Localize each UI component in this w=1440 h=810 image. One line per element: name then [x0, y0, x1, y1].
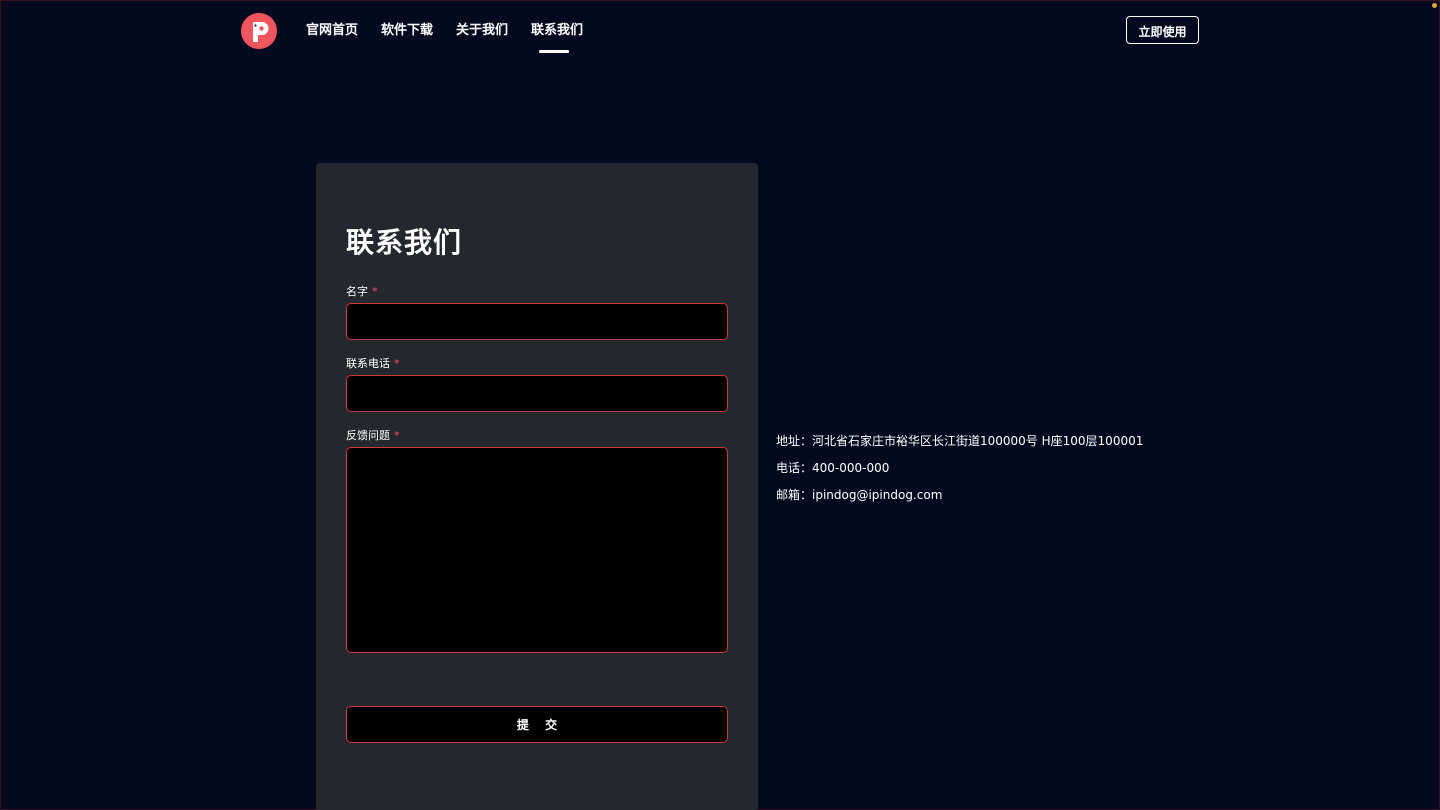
form-title: 联系我们 — [346, 226, 463, 259]
p-dog-logo-icon[interactable] — [241, 13, 277, 49]
contact-form-card: 联系我们 名字 * 联系电话 * 反馈问题 * 提 交 — [316, 163, 758, 810]
feedback-label-text: 反馈问题 — [346, 429, 390, 442]
nav-item-about[interactable]: 关于我们 — [456, 22, 508, 40]
contact-address: 地址：河北省石家庄市裕华区长江街道100000号 H座100层100001 — [776, 434, 1144, 448]
phone-label: 联系电话 * — [346, 357, 400, 371]
start-using-button[interactable]: 立即使用 — [1126, 16, 1199, 44]
contact-phone: 电话：400-000-000 — [776, 461, 890, 475]
required-mark: * — [372, 285, 378, 298]
required-mark: * — [394, 429, 400, 442]
feedback-label: 反馈问题 * — [346, 429, 400, 443]
phone-input[interactable] — [346, 375, 728, 412]
feedback-textarea[interactable] — [346, 447, 728, 653]
nav-item-download[interactable]: 软件下载 — [381, 22, 433, 40]
page: 官网首页 软件下载 关于我们 联系我们 立即使用 联系我们 名字 * 联系电话 * … — [0, 0, 1440, 810]
submit-button[interactable]: 提 交 — [346, 706, 728, 743]
contact-email: 邮箱：ipindog@ipindog.com — [776, 488, 943, 502]
nav-active-indicator — [539, 50, 569, 53]
name-label-text: 名字 — [346, 285, 368, 298]
nav-item-home[interactable]: 官网首页 — [306, 22, 358, 40]
site-header: 官网首页 软件下载 关于我们 联系我们 立即使用 — [1, 1, 1440, 63]
required-mark: * — [394, 357, 400, 370]
name-input[interactable] — [346, 303, 728, 340]
phone-label-text: 联系电话 — [346, 357, 390, 370]
nav-item-contact[interactable]: 联系我们 — [531, 22, 583, 40]
name-label: 名字 * — [346, 285, 378, 299]
